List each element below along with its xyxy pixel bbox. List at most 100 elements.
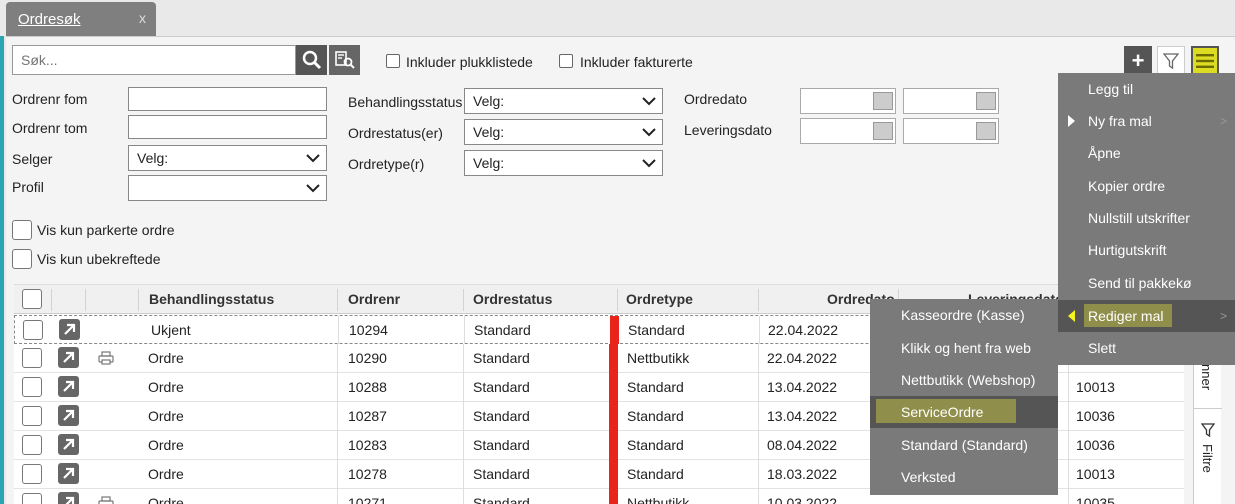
menu-item-label: Nullstill utskrifter (1088, 210, 1190, 226)
calendar-icon[interactable] (873, 122, 893, 140)
include-invoiced-checkbox[interactable] (559, 54, 573, 68)
cell-border (463, 431, 464, 460)
menu-item-apne[interactable]: Åpne (1058, 137, 1235, 169)
menu-item-slett[interactable]: Slett (1058, 332, 1235, 364)
search-button[interactable] (296, 45, 327, 75)
submenu-item-nettbutikk[interactable]: Nettbutikk (Webshop) (870, 364, 1058, 396)
menu-item-hurtigutskrift[interactable]: Hurtigutskrift (1058, 234, 1235, 266)
submenu-arrow-icon (1068, 115, 1075, 127)
status-color-bar (610, 316, 619, 345)
calendar-icon[interactable] (976, 122, 996, 140)
menu-item-kopier-ordre[interactable]: Kopier ordre (1058, 170, 1235, 202)
printer-icon (98, 351, 114, 368)
open-order-button[interactable] (58, 347, 79, 368)
submenu-item-standard[interactable]: Standard (Standard) (870, 429, 1058, 461)
cell-ordredato: 08.04.2022 (767, 437, 838, 453)
ordredato-from-input[interactable] (800, 88, 896, 114)
cell-border (758, 460, 759, 489)
menu-item-send-til-pakkeko[interactable]: Send til pakkekø (1058, 267, 1235, 299)
profil-select[interactable] (128, 175, 327, 201)
submenu-item-label: Nettbutikk (Webshop) (901, 372, 1036, 388)
row-checkbox[interactable] (22, 493, 42, 504)
side-tab-kolonner[interactable]: nner (1199, 364, 1214, 390)
leveringsdato-from-input[interactable] (800, 118, 896, 144)
ordretype-value: Velg: (473, 155, 505, 171)
column-header-ordrenr[interactable]: Ordrenr (348, 291, 400, 307)
tab-label[interactable]: Ordresøk (18, 11, 81, 28)
open-order-button[interactable] (59, 319, 80, 340)
column-header-ordretype[interactable]: Ordretype (626, 291, 693, 307)
cell-ordrenr: 10271 (348, 495, 387, 504)
row-checkbox[interactable] (22, 464, 42, 484)
cell-ordrenr: 10283 (348, 437, 387, 453)
vis-parkerte-checkbox[interactable] (12, 220, 32, 240)
cell-border (463, 402, 464, 431)
open-order-button[interactable] (58, 463, 79, 484)
cell-ordredato: 10.03.2022 (767, 495, 838, 504)
selger-select[interactable]: Velg: (128, 145, 327, 171)
submenu-item-label: ServiceOrdre (901, 404, 984, 420)
row-checkbox[interactable] (22, 348, 42, 368)
open-order-button[interactable] (58, 434, 79, 455)
menu-item-legg-til[interactable]: Legg til (1058, 73, 1235, 105)
advanced-search-button[interactable] (329, 45, 360, 75)
submenu-item-verksted[interactable]: Verksted (870, 461, 1058, 493)
ordretype-select[interactable]: Velg: (464, 150, 663, 176)
leveringsdato-to-input[interactable] (903, 118, 999, 144)
row-checkbox[interactable] (23, 320, 43, 340)
ordrenr-tom-input[interactable] (128, 115, 327, 139)
status-color-bar (609, 431, 618, 460)
open-order-button[interactable] (58, 376, 79, 397)
calendar-icon[interactable] (873, 92, 893, 110)
row-checkbox[interactable] (22, 406, 42, 426)
profil-label: Profil (12, 179, 44, 195)
status-color-bar (609, 489, 618, 504)
cell-behandlingsstatus: Ordre (148, 408, 184, 424)
cell-border (758, 344, 759, 373)
tab-close-button[interactable]: x (139, 10, 146, 26)
cell-border (1068, 373, 1069, 402)
open-order-button[interactable] (58, 492, 79, 504)
ordrenr-fom-input[interactable] (128, 87, 327, 111)
ordretype-label: Ordretype(r) (348, 156, 425, 172)
tab-ordresok[interactable]: Ordresøk x (6, 2, 156, 36)
vis-ubekreftede-checkbox[interactable] (12, 249, 32, 269)
behandlingsstatus-select[interactable]: Velg: (464, 88, 663, 114)
side-tab-filtre[interactable]: Filtre (1200, 444, 1215, 473)
cell-border (337, 460, 338, 489)
add-button[interactable]: + (1124, 46, 1152, 75)
side-tab-divider (1194, 408, 1222, 409)
row-checkbox[interactable] (22, 435, 42, 455)
column-separator (138, 289, 139, 311)
cell-extra: 10013 (1076, 379, 1115, 395)
calendar-icon[interactable] (976, 92, 996, 110)
cell-border (463, 460, 464, 489)
cell-ordredato: 22.04.2022 (768, 322, 839, 338)
open-order-button[interactable] (58, 405, 79, 426)
submenu-item-klikk-og-hent[interactable]: Klikk og hent fra web (870, 332, 1058, 364)
menu-item-ny-fra-mal[interactable]: Ny fra mal > (1058, 105, 1235, 137)
ordrestatus-select[interactable]: Velg: (464, 119, 663, 145)
submenu-item-serviceordre[interactable]: ServiceOrdre (870, 396, 1058, 428)
menu-item-rediger-mal[interactable]: Rediger mal > (1058, 300, 1235, 332)
column-header-ordrestatus[interactable]: Ordrestatus (473, 291, 552, 307)
row-checkbox[interactable] (22, 377, 42, 397)
menu-item-nullstill-utskrifter[interactable]: Nullstill utskrifter (1058, 202, 1235, 234)
menu-item-label: Åpne (1088, 145, 1121, 161)
cell-ordredato: 18.03.2022 (767, 466, 838, 482)
status-color-bar (609, 344, 618, 373)
cell-border (463, 489, 464, 504)
menu-button[interactable] (1191, 46, 1219, 75)
include-picklist-checkbox[interactable] (386, 54, 400, 68)
cell-behandlingsstatus: Ordre (148, 495, 184, 504)
ordredato-to-input[interactable] (903, 88, 999, 114)
filter-button[interactable] (1157, 46, 1185, 75)
submenu-item-kasseordre[interactable]: Kasseordre (Kasse) (870, 299, 1058, 331)
cell-extra: 10013 (1076, 466, 1115, 482)
select-all-checkbox[interactable] (22, 289, 42, 309)
cell-ordrenr: 10290 (348, 350, 387, 366)
search-input[interactable] (12, 45, 296, 75)
ordrenr-tom-label: Ordrenr tom (12, 120, 88, 136)
column-header-behandlingsstatus[interactable]: Behandlingsstatus (149, 291, 274, 307)
chevron-down-icon (642, 97, 656, 106)
